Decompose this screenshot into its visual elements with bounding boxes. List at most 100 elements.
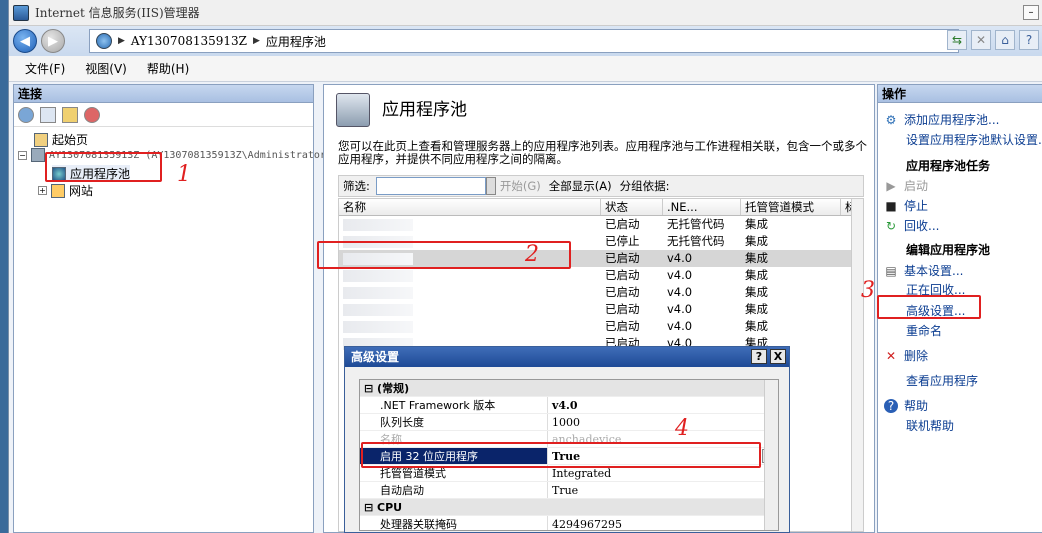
advanced-settings-action[interactable]: 高级设置...: [906, 302, 965, 319]
forward-button[interactable]: ▶: [41, 29, 65, 53]
connect-icon[interactable]: [18, 106, 34, 123]
iis-manager-window: Internet 信息服务(IIS)管理器 – ◀ ▶ ▶ AY13070813…: [8, 0, 1042, 533]
toolbar-icons: ⇆ ✕ ⌂ ?: [947, 30, 1039, 50]
dialog-title-bar: 高级设置 ? X: [345, 347, 789, 367]
chevron-down-icon[interactable]: [485, 177, 496, 195]
table-row[interactable]: 已启动 v4.0 集成: [339, 318, 863, 335]
start-page-label: 起始页: [52, 133, 89, 147]
help-action[interactable]: ? 帮助: [884, 397, 928, 414]
prop-row[interactable]: 队列长度 1000: [360, 414, 778, 431]
stop-action[interactable]: ■ 停止: [884, 197, 928, 214]
menu-help[interactable]: 帮助(H): [147, 60, 189, 77]
prop-row[interactable]: 名称 anchadevice: [360, 431, 778, 448]
add-app-pool-action[interactable]: ⚙ 添加应用程序池...: [884, 111, 1000, 128]
collapse-icon[interactable]: ⊟: [364, 501, 377, 514]
address-path[interactable]: ▶ AY130708135913Z ▶ 应用程序池: [89, 29, 959, 53]
property-grid-scrollbar[interactable]: [764, 380, 778, 530]
show-all-button[interactable]: 全部显示(A): [549, 178, 612, 194]
collapse-icon[interactable]: −: [18, 150, 27, 160]
back-button[interactable]: ◀: [13, 29, 37, 53]
prop-row[interactable]: .NET Framework 版本 v4.0: [360, 397, 778, 414]
redacted-name: [343, 252, 413, 265]
filter-input[interactable]: [375, 177, 486, 195]
cell-net: v4.0: [667, 319, 693, 333]
prop-row[interactable]: 托管管道模式 Integrated: [360, 465, 778, 482]
cell-mode: 集成: [745, 217, 768, 231]
cell-net: v4.0: [667, 251, 693, 265]
tree-sites[interactable]: + 网站: [38, 182, 93, 199]
basic-settings-action[interactable]: ▤ 基本设置...: [884, 262, 963, 279]
help-circle-icon: ?: [884, 398, 898, 413]
recycling-action[interactable]: 正在回收...: [906, 281, 965, 298]
edit-pool-heading: 编辑应用程序池: [906, 243, 991, 257]
col-name[interactable]: 名称: [339, 199, 601, 215]
prop-row-enable-32bit[interactable]: 启用 32 位应用程序True▼: [360, 448, 778, 465]
redacted-name: [343, 303, 413, 316]
table-scrollbar[interactable]: [851, 199, 863, 531]
dialog-help-button[interactable]: ?: [751, 349, 767, 364]
view-apps-action[interactable]: 查看应用程序: [906, 372, 978, 389]
breadcrumb-server[interactable]: AY130708135913Z: [131, 34, 247, 48]
cell-mode: 集成: [745, 268, 768, 282]
cell-status: 已启动: [605, 285, 640, 299]
globe-icon: [96, 33, 112, 49]
help-icon[interactable]: ?: [1019, 30, 1039, 50]
table-row[interactable]: 已停止 无托管代码 集成: [339, 233, 863, 250]
table-row[interactable]: 已启动 v4.0 集成: [339, 267, 863, 284]
menu-file[interactable]: 文件(F): [25, 60, 65, 77]
redacted-name: [343, 218, 413, 231]
table-row[interactable]: 已启动 无托管代码 集成: [339, 216, 863, 233]
category-cpu[interactable]: ⊟ CPU: [360, 499, 778, 516]
window-title: Internet 信息服务(IIS)管理器: [35, 6, 200, 20]
table-row[interactable]: 已启动 v4.0 集成: [339, 284, 863, 301]
annotation-label-2: 2: [525, 242, 539, 267]
online-help-action[interactable]: 联机帮助: [906, 417, 954, 434]
cell-net: 无托管代码: [667, 217, 725, 231]
tree-server[interactable]: − AY130708135913Z (AY130708135913Z\Admin…: [18, 148, 332, 162]
tree-start-page[interactable]: 起始页: [34, 131, 88, 148]
start-action[interactable]: ▶ 启动: [884, 177, 928, 194]
col-net[interactable]: .NE...: [663, 199, 741, 215]
col-status[interactable]: 状态: [601, 199, 663, 215]
cell-status: 已启动: [605, 268, 640, 282]
table-row-selected[interactable]: 已启动 v4.0 集成: [339, 250, 863, 267]
col-pipeline[interactable]: 托管管道模式: [741, 199, 841, 215]
start-filter-button[interactable]: 开始(G): [500, 178, 541, 194]
menu-bar: 文件(F) 视图(V) 帮助(H): [9, 56, 1042, 82]
group-by-label[interactable]: 分组依据:: [620, 178, 670, 194]
delete-x-icon: ✕: [885, 348, 897, 363]
delete-action[interactable]: ✕ 删除: [884, 347, 928, 364]
recycle-action[interactable]: ↻ 回收...: [884, 217, 939, 234]
redacted-name: [343, 235, 413, 248]
stop-icon[interactable]: ✕: [971, 30, 991, 50]
rename-action[interactable]: 重命名: [906, 322, 942, 339]
prop-row[interactable]: 处理器关联掩码 4294967295: [360, 516, 778, 530]
tree-app-pools[interactable]: 应用程序池: [52, 165, 131, 182]
collapse-icon[interactable]: ⊟: [364, 382, 377, 395]
refresh-icon[interactable]: ⇆: [947, 30, 967, 50]
save-icon[interactable]: [40, 106, 56, 123]
cell-mode: 集成: [745, 302, 768, 316]
connections-pane: 连接 起始页 − AY130708135913Z (AY130708135913…: [13, 84, 332, 533]
expand-icon[interactable]: +: [38, 186, 47, 195]
chevron-right-icon: ▶: [118, 36, 125, 46]
table-row[interactable]: 已启动 v4.0 集成: [339, 301, 863, 318]
app-pool-icon: [52, 166, 66, 181]
cell-mode: 集成: [745, 285, 768, 299]
disconnect-icon[interactable]: [84, 106, 100, 123]
dialog-close-button[interactable]: X: [770, 349, 786, 364]
cell-mode: 集成: [745, 234, 768, 248]
cell-net: v4.0: [667, 302, 693, 316]
breadcrumb-app-pools[interactable]: 应用程序池: [266, 33, 326, 50]
up-icon[interactable]: [62, 106, 78, 123]
connections-toolbar: [14, 103, 313, 127]
title-bar: Internet 信息服务(IIS)管理器 –: [9, 0, 1042, 26]
menu-view[interactable]: 视图(V): [85, 60, 127, 77]
prop-row[interactable]: 自动启动 True: [360, 482, 778, 499]
category-general[interactable]: ⊟ (常规): [360, 380, 778, 397]
home-icon[interactable]: ⌂: [995, 30, 1015, 50]
cell-status: 已启动: [605, 302, 640, 316]
minimize-button[interactable]: –: [1023, 5, 1039, 20]
set-defaults-action[interactable]: 设置应用程序池默认设置...: [906, 131, 1042, 148]
app-pools-large-icon: [336, 93, 370, 127]
